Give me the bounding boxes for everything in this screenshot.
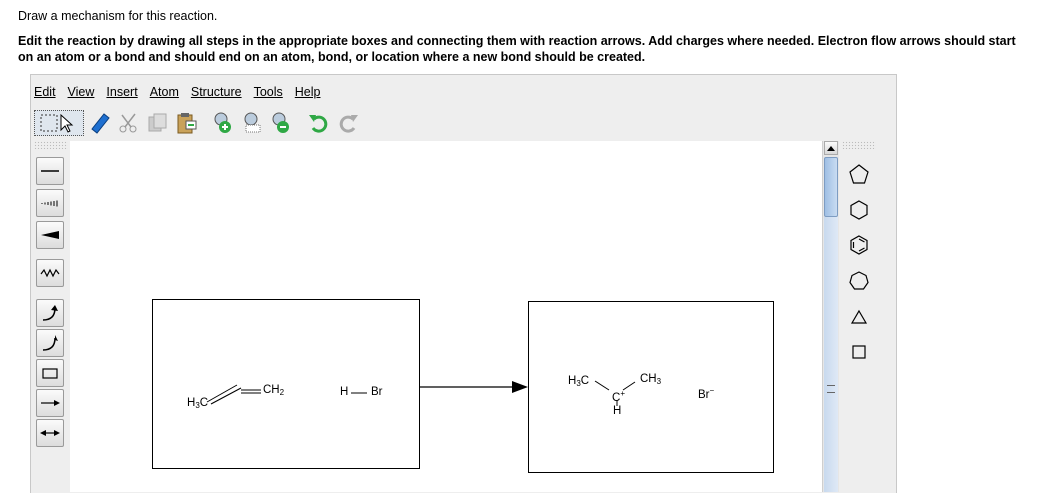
product-methyl-left[interactable]: H3C xyxy=(568,375,589,388)
wavy-bond-icon xyxy=(40,268,60,278)
eraser-icon xyxy=(91,113,110,134)
atom-label: C xyxy=(199,397,209,409)
cut-icon xyxy=(119,113,137,133)
redo-button[interactable] xyxy=(335,110,361,136)
vertical-scrollbar[interactable] xyxy=(822,141,839,492)
hashed-bond-icon xyxy=(41,200,58,207)
product-hydrogen[interactable]: H xyxy=(613,405,621,417)
cycloheptane-button[interactable] xyxy=(846,268,872,294)
zoom-fit-icon xyxy=(244,112,261,133)
scroll-track[interactable] xyxy=(824,217,838,492)
reaction-arrow[interactable] xyxy=(420,377,530,397)
menu-view[interactable]: View xyxy=(68,85,95,105)
menu-insert[interactable]: Insert xyxy=(106,85,137,105)
zoom-fit-button[interactable] xyxy=(240,110,266,136)
cyclobutane-button[interactable] xyxy=(846,339,872,365)
palette-grip xyxy=(842,141,876,149)
chevron-up-icon xyxy=(827,146,835,151)
cyclopentane-button[interactable] xyxy=(846,161,872,187)
charge: − xyxy=(709,386,715,395)
cyclopropane-button[interactable] xyxy=(846,304,872,330)
cyclopropane-icon xyxy=(850,309,868,324)
product-methyl-right[interactable]: CH3 xyxy=(640,373,661,386)
menu-atom[interactable]: Atom xyxy=(150,85,179,105)
undo-icon xyxy=(309,115,328,133)
reaction-arrow-icon xyxy=(41,400,60,406)
subscript: 3 xyxy=(656,377,662,386)
curved-arrow-button[interactable] xyxy=(36,299,64,327)
methylene-group[interactable]: CH2 xyxy=(263,384,284,397)
copy-button[interactable] xyxy=(145,110,171,136)
instruction-title: Draw a mechanism for this reaction. xyxy=(18,9,218,23)
wedge-bond-button[interactable] xyxy=(36,221,64,249)
benzene-button[interactable] xyxy=(846,232,872,258)
menu-tools[interactable]: Tools xyxy=(254,85,283,105)
select-lasso-button[interactable] xyxy=(34,110,84,136)
palette-grip xyxy=(34,141,68,149)
cyclopentane-icon xyxy=(849,164,869,184)
zoom-out-button[interactable] xyxy=(269,110,295,136)
atom-label: CH xyxy=(263,384,280,396)
reactant-box[interactable]: H3C CH2 H Br xyxy=(152,299,420,469)
rectangle-box-button[interactable] xyxy=(36,359,64,387)
reaction-arrow-button[interactable] xyxy=(36,389,64,417)
zoom-in-icon xyxy=(214,112,231,133)
left-tool-palette xyxy=(34,141,68,492)
bromide-ion[interactable]: Br− xyxy=(698,386,714,401)
undo-button[interactable] xyxy=(306,110,332,136)
product-box[interactable]: H3C CH3 C+ H Br− xyxy=(528,301,774,473)
subscript: 2 xyxy=(279,388,285,397)
ring-palette xyxy=(842,141,876,492)
product-bonds xyxy=(594,380,636,406)
benzene-icon xyxy=(850,235,868,255)
rectangle-box-icon xyxy=(42,368,58,379)
atom-label: CH xyxy=(640,373,657,385)
bromine-atom[interactable]: Br xyxy=(371,386,383,398)
single-bond-button[interactable] xyxy=(36,157,64,185)
atom-label: C xyxy=(580,375,590,387)
select-lasso-icon xyxy=(40,113,74,133)
half-curved-arrow-button[interactable] xyxy=(36,329,64,357)
menu-structure[interactable]: Structure xyxy=(191,85,242,105)
scroll-thumb[interactable] xyxy=(824,157,838,217)
single-bond-icon xyxy=(41,170,59,172)
wavy-bond-button[interactable] xyxy=(36,259,64,287)
scroll-grip xyxy=(827,385,835,393)
cyclobutane-icon xyxy=(852,345,866,359)
drawing-canvas[interactable]: H3C CH2 H Br H3C CH3 C+ H Br− xyxy=(70,141,822,492)
paste-icon xyxy=(177,113,197,134)
redo-icon xyxy=(339,115,358,133)
instruction-details: Edit the reaction by drawing all steps i… xyxy=(18,34,1016,64)
methyl-group[interactable]: H3C xyxy=(187,397,208,410)
menu-help[interactable]: Help xyxy=(295,85,321,105)
cycloheptane-icon xyxy=(849,271,869,290)
zoom-in-button[interactable] xyxy=(211,110,237,136)
cyclohexane-icon xyxy=(850,200,868,220)
half-curved-arrow-icon xyxy=(42,335,58,351)
charge: + xyxy=(620,389,625,398)
reactant-bonds xyxy=(206,384,367,405)
copy-icon xyxy=(148,113,167,132)
hydrogen-atom[interactable]: H xyxy=(340,386,348,398)
toolbar xyxy=(34,107,364,139)
curved-arrow-icon xyxy=(42,305,58,321)
cyclohexane-button[interactable] xyxy=(846,197,872,223)
wedge-bond-icon xyxy=(41,231,59,239)
eraser-button[interactable] xyxy=(87,110,113,136)
menu-edit[interactable]: Edit xyxy=(34,85,56,105)
atom-label: Br xyxy=(698,389,710,401)
cut-button[interactable] xyxy=(116,110,142,136)
double-arrow-button[interactable] xyxy=(36,419,64,447)
carbocation[interactable]: C+ xyxy=(612,389,625,404)
menu-bar: Edit View Insert Atom Structure Tools He… xyxy=(34,85,333,105)
double-arrow-icon xyxy=(40,430,60,436)
hashed-bond-button[interactable] xyxy=(36,189,64,217)
paste-button[interactable] xyxy=(174,110,200,136)
zoom-out-icon xyxy=(272,112,289,133)
scroll-up-button[interactable] xyxy=(824,141,838,155)
